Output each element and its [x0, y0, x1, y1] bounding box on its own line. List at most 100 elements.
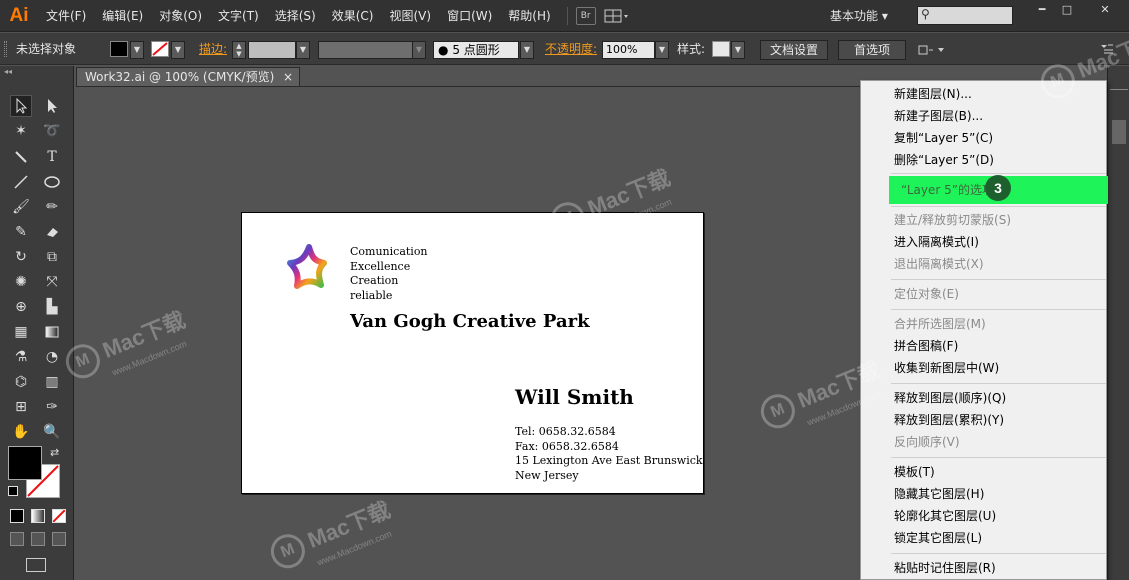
- gradient-tool-icon[interactable]: [41, 321, 63, 343]
- column-graph-tool-icon[interactable]: ▥: [41, 371, 63, 393]
- menu-item-exit-isolation[interactable]: 退出隔离模式(X): [861, 253, 1106, 275]
- arrange-documents-icon[interactable]: [604, 8, 630, 24]
- menu-effect[interactable]: 效果(C): [324, 0, 382, 32]
- gradient-mode-icon[interactable]: [31, 509, 45, 523]
- brush-dropdown[interactable]: ▼: [520, 41, 534, 59]
- menu-item-new-layer[interactable]: 新建图层(N)...: [861, 83, 1106, 105]
- scale-tool-icon[interactable]: ⧉: [41, 246, 63, 268]
- graphic-style-dropdown[interactable]: ▼: [731, 41, 745, 59]
- menu-item-duplicate-layer[interactable]: 复制“Layer 5”(C): [861, 127, 1106, 149]
- opacity-dropdown[interactable]: ▼: [655, 41, 669, 59]
- none-mode-icon[interactable]: [52, 509, 66, 523]
- opacity-label[interactable]: 不透明度:: [545, 33, 597, 65]
- collapse-panel-icon[interactable]: ◂◂: [4, 67, 12, 76]
- menu-item-locate-object[interactable]: 定位对象(E): [861, 283, 1106, 305]
- document-setup-button[interactable]: 文档设置: [760, 40, 828, 60]
- fill-color-box[interactable]: [8, 446, 42, 480]
- perspective-grid-tool-icon[interactable]: ▙: [41, 296, 63, 318]
- pen-tool-icon[interactable]: [10, 146, 32, 168]
- fill-dropdown[interactable]: ▼: [130, 41, 144, 59]
- draw-inside-icon[interactable]: [52, 532, 66, 546]
- lasso-tool-icon[interactable]: ➰: [41, 120, 63, 142]
- menu-window[interactable]: 窗口(W): [439, 0, 500, 32]
- blend-tool-icon[interactable]: ◔: [41, 346, 63, 368]
- stroke-label[interactable]: 描边:: [199, 33, 227, 65]
- maximize-button[interactable]: □: [1052, 2, 1082, 16]
- menu-item-clipping-mask[interactable]: 建立/释放剪切蒙版(S): [861, 209, 1106, 231]
- blob-brush-tool-icon[interactable]: ✎: [10, 221, 32, 243]
- panel-scrollbar[interactable]: [1112, 120, 1126, 144]
- opacity-field[interactable]: 100%: [602, 41, 655, 59]
- stroke-dropdown[interactable]: ▼: [171, 41, 185, 59]
- color-mode-icon[interactable]: [10, 509, 24, 523]
- menu-item-delete-layer[interactable]: 删除“Layer 5”(D): [861, 149, 1106, 171]
- hand-tool-icon[interactable]: ✋: [10, 421, 32, 443]
- workspace-switcher[interactable]: 基本功能 ▾: [830, 0, 888, 32]
- panel-menu-button[interactable]: [1110, 80, 1128, 90]
- menu-item-enter-isolation[interactable]: 进入隔离模式(I): [861, 231, 1106, 253]
- direct-selection-tool-icon[interactable]: [41, 95, 63, 117]
- menu-item-lock-others[interactable]: 锁定其它图层(L): [861, 527, 1106, 549]
- preferences-button[interactable]: 首选项: [838, 40, 906, 60]
- mesh-tool-icon[interactable]: ▦: [10, 321, 32, 343]
- eraser-tool-icon[interactable]: [41, 221, 63, 243]
- graphic-style-swatch[interactable]: [712, 41, 730, 57]
- stroke-weight-field[interactable]: [248, 41, 296, 59]
- draw-normal-icon[interactable]: [10, 532, 24, 546]
- menu-item-merge-selected[interactable]: 合并所选图层(M): [861, 313, 1106, 335]
- menu-item-reverse-order[interactable]: 反向顺序(V): [861, 431, 1106, 453]
- arrange-icon[interactable]: [918, 42, 946, 58]
- pencil-tool-icon[interactable]: ✏: [41, 196, 63, 218]
- default-colors-icon[interactable]: [8, 486, 18, 496]
- symbol-sprayer-tool-icon[interactable]: ⌬: [10, 371, 32, 393]
- menu-item-flatten-artwork[interactable]: 拼合图稿(F): [861, 335, 1106, 357]
- free-transform-tool-icon[interactable]: ⤧: [41, 271, 63, 293]
- stroke-swatch[interactable]: [151, 41, 169, 57]
- variable-width-dropdown[interactable]: ▼: [412, 41, 426, 59]
- menu-help[interactable]: 帮助(H): [500, 0, 558, 32]
- menu-view[interactable]: 视图(V): [381, 0, 439, 32]
- stroke-weight-dropdown[interactable]: ▼: [296, 41, 310, 59]
- line-segment-tool-icon[interactable]: [10, 171, 32, 193]
- menu-item-release-build[interactable]: 释放到图层(累积)(Y): [861, 409, 1106, 431]
- ellipse-tool-icon[interactable]: [41, 171, 63, 193]
- menu-object[interactable]: 对象(O): [151, 0, 210, 32]
- stroke-weight-stepper[interactable]: ▲ ▼: [232, 41, 246, 59]
- document-tab[interactable]: Work32.ai @ 100% (CMYK/预览) ×: [76, 67, 300, 87]
- menu-separator: [891, 309, 1106, 310]
- menu-edit[interactable]: 编辑(E): [94, 0, 151, 32]
- menu-type[interactable]: 文字(T): [210, 0, 267, 32]
- variable-width-field[interactable]: [318, 41, 414, 59]
- magic-wand-tool-icon[interactable]: ✶: [10, 120, 32, 142]
- artboard-tool-icon[interactable]: ⊞: [10, 396, 32, 418]
- rotate-tool-icon[interactable]: ↻: [10, 246, 32, 268]
- slice-tool-icon[interactable]: ✑: [41, 396, 63, 418]
- paintbrush-tool-icon[interactable]: 🖌: [10, 196, 32, 218]
- eyedropper-tool-icon[interactable]: ⚗: [10, 346, 32, 368]
- bridge-button[interactable]: Br: [575, 6, 596, 25]
- help-search-input[interactable]: ⚲: [917, 6, 1013, 25]
- menu-select[interactable]: 选择(S): [267, 0, 324, 32]
- menu-item-paste-remembers-layers[interactable]: 粘贴时记住图层(R): [861, 557, 1106, 579]
- fill-swatch[interactable]: [110, 41, 128, 57]
- business-card-artboard[interactable]: Comunication Excellence Creation reliabl…: [241, 212, 704, 494]
- swap-colors-icon[interactable]: ⇄: [50, 446, 59, 459]
- close-button[interactable]: ✕: [1085, 2, 1125, 16]
- selection-tool-icon[interactable]: [10, 95, 32, 117]
- warp-tool-icon[interactable]: ✺: [10, 271, 32, 293]
- draw-behind-icon[interactable]: [31, 532, 45, 546]
- menu-file[interactable]: 文件(F): [38, 0, 94, 32]
- menu-item-template[interactable]: 模板(T): [861, 461, 1106, 483]
- menu-item-new-sublayer[interactable]: 新建子图层(B)...: [861, 105, 1106, 127]
- type-tool-icon[interactable]: T: [41, 146, 63, 168]
- panel-menu-icon[interactable]: [1100, 43, 1114, 55]
- menu-item-release-sequence[interactable]: 释放到图层(顺序)(Q): [861, 387, 1106, 409]
- shape-builder-tool-icon[interactable]: ⊕: [10, 296, 32, 318]
- menu-item-hide-others[interactable]: 隐藏其它图层(H): [861, 483, 1106, 505]
- menu-item-outline-others[interactable]: 轮廓化其它图层(U): [861, 505, 1106, 527]
- screen-mode-icon[interactable]: [26, 558, 46, 572]
- zoom-tool-icon[interactable]: 🔍: [41, 421, 63, 443]
- menu-item-collect-in-new-layer[interactable]: 收集到新图层中(W): [861, 357, 1106, 379]
- close-tab-icon[interactable]: ×: [283, 68, 293, 86]
- brush-definition-field[interactable]: ● 5 点圆形: [433, 41, 519, 59]
